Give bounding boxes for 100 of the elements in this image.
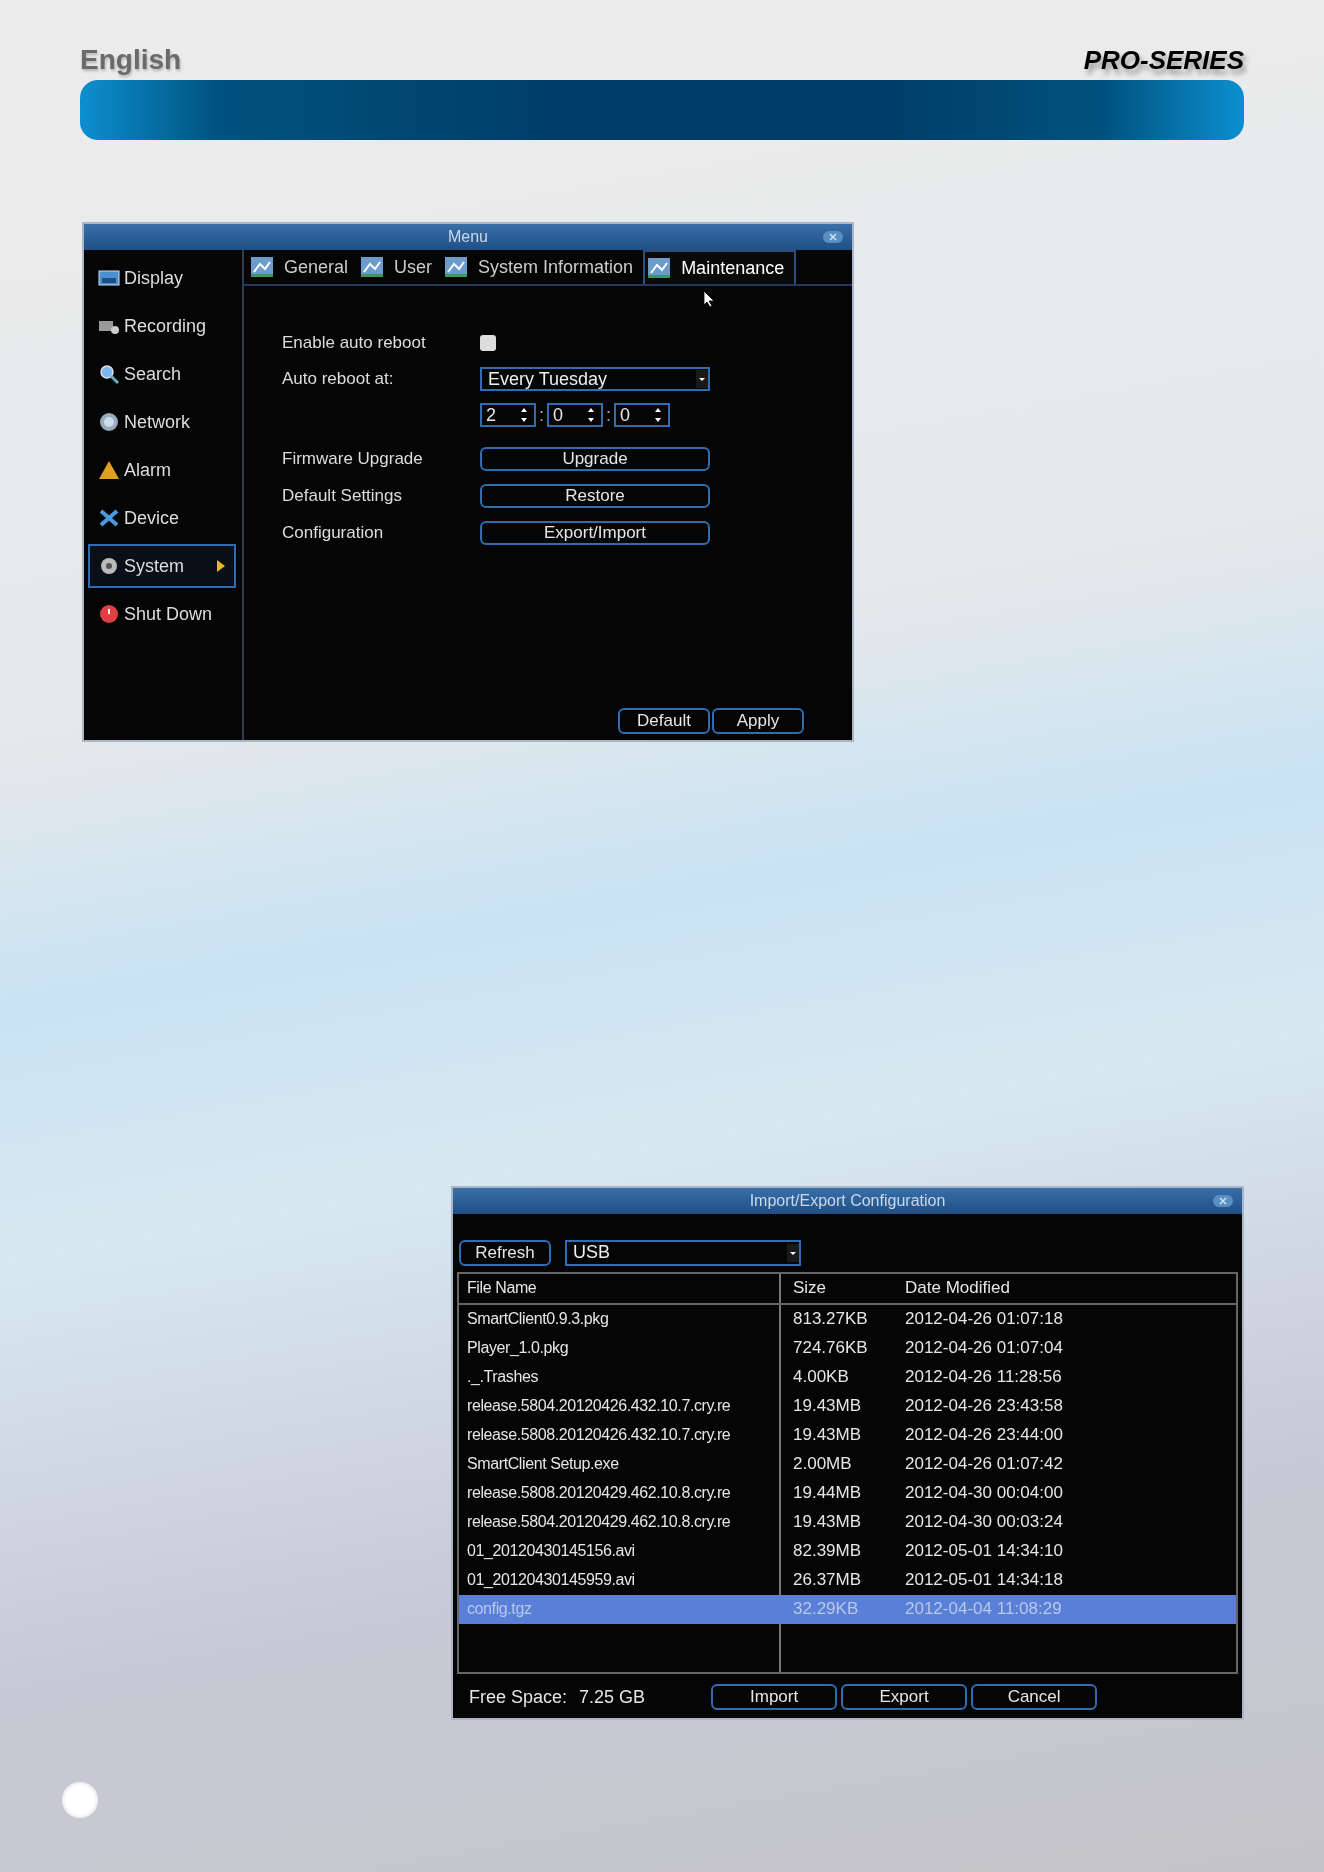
glow-dot <box>62 1782 98 1818</box>
table-cell-text: 2012-04-30 00:04:00 <box>905 1483 1064 1504</box>
spin-box[interactable]: 2 <box>480 403 536 427</box>
action-button[interactable]: Upgrade <box>480 447 710 471</box>
table-cell-text: 19.43MB <box>793 1425 863 1446</box>
tab[interactable]: General <box>248 250 359 284</box>
refresh-button[interactable]: Refresh <box>459 1239 551 1266</box>
sidebar-item[interactable]: Search <box>88 352 236 396</box>
footer-button[interactable]: Apply <box>712 708 804 734</box>
sidebar-item[interactable]: Device <box>88 496 236 540</box>
column-header: Date Modified <box>905 1278 1011 1299</box>
field-label: Firmware Upgrade <box>282 449 424 469</box>
table-cell-text: 01_20120430145156.avi <box>466 1542 636 1561</box>
magnifier-icon <box>98 364 120 384</box>
table-row[interactable]: release.5808.20120429.462.10.8.cry.re 19.44MB 2012-04-30 00:04:00 <box>459 1478 1236 1508</box>
picture-icon <box>360 256 385 278</box>
sidebar-item[interactable]: Display <box>88 256 236 300</box>
picture-icon <box>250 256 274 278</box>
caret-icon <box>696 370 708 388</box>
dropdown[interactable]: Every Tuesday <box>480 367 710 391</box>
table-cell-text: 2.00MB <box>793 1454 853 1475</box>
table-cell-text: ._.Trashes <box>466 1368 539 1387</box>
spin-box[interactable]: 0 <box>547 403 603 427</box>
action-button[interactable]: Restore <box>480 484 710 508</box>
free-space-value: 7.25 GB <box>579 1686 646 1708</box>
sidebar-item[interactable]: Alarm <box>88 448 236 492</box>
table-cell-text: release.5804.20120429.462.10.8.cry.re <box>466 1513 732 1532</box>
field-label: Enable auto reboot <box>282 333 427 353</box>
table-row[interactable]: ._.Trashes 4.00KB 2012-04-26 11:28:56 <box>459 1362 1236 1392</box>
table-row[interactable]: SmartClient0.9.3.pkg 813.27KB 2012-04-26 01:07:18 <box>459 1304 1236 1334</box>
table-cell-text: release.5808.20120429.462.10.8.cry.re <box>466 1484 732 1503</box>
dialog-button[interactable]: Import <box>711 1684 838 1710</box>
footer-button[interactable]: Default <box>618 708 710 734</box>
free-space-label: Free Space: <box>469 1686 568 1708</box>
table-row[interactable]: release.5804.20120426.432.10.7.cry.re 19.43MB 2012-04-26 23:43:58 <box>459 1391 1236 1421</box>
table-cell-text: 4.00KB <box>793 1367 850 1388</box>
table-cell-text: 26.37MB <box>793 1570 863 1591</box>
column-header: File Name <box>466 1279 538 1298</box>
spinner-arrows-icon <box>654 407 663 423</box>
arrow-icon <box>216 559 226 573</box>
table-cell-text: Player_1.0.pkg <box>466 1339 570 1358</box>
table-cell-text: 82.39MB <box>793 1541 863 1562</box>
table-row[interactable]: 01_20120430145156.avi 82.39MB 2012-05-01 14:34:10 <box>459 1536 1236 1566</box>
time-separator: : <box>606 404 612 426</box>
table-cell-text: 2012-04-26 23:43:58 <box>905 1396 1064 1417</box>
table-cell-text: 19.43MB <box>793 1396 863 1417</box>
table-cell-text: 2012-04-04 11:08:29 <box>905 1599 1063 1620</box>
field-label: Configuration <box>282 523 385 543</box>
table-cell-text: 2012-04-26 01:07:18 <box>905 1309 1064 1330</box>
table-cell-text: 2012-04-26 23:44:00 <box>905 1425 1064 1446</box>
table-cell-text: release.5808.20120426.432.10.7.cry.re <box>466 1426 732 1445</box>
table-row[interactable]: release.5808.20120426.432.10.7.cry.re 19.43MB 2012-04-26 23:44:00 <box>459 1420 1236 1450</box>
monitor-icon <box>98 268 120 288</box>
table-cell-text: 01_20120430145959.avi <box>466 1571 636 1590</box>
sidebar-item[interactable]: Network <box>88 400 236 444</box>
close-icon <box>822 230 844 244</box>
language-label: English <box>80 44 182 76</box>
table-cell-text: SmartClient Setup.exe <box>466 1455 620 1474</box>
window-title: Menu <box>448 228 488 246</box>
action-button[interactable]: Export/Import <box>480 521 710 545</box>
window-title: Import/Export Configuration <box>749 1191 946 1210</box>
tab[interactable]: User <box>358 250 443 284</box>
table-cell-text: 2012-04-26 01:07:04 <box>905 1338 1064 1359</box>
table-cell-text: 19.44MB <box>793 1483 863 1504</box>
table-cell-text: 19.43MB <box>793 1512 863 1533</box>
table-cell-text: 2012-04-26 11:28:56 <box>905 1367 1063 1388</box>
sidebar-item[interactable]: Shut Down <box>88 592 236 636</box>
checkbox[interactable] <box>480 335 496 351</box>
picture-icon <box>444 256 469 278</box>
table-cell-text: 2012-04-30 00:03:24 <box>905 1512 1064 1533</box>
sidebar-item[interactable]: System <box>88 544 236 588</box>
tab[interactable]: System Information <box>442 250 644 284</box>
table-row[interactable]: SmartClient Setup.exe 2.00MB 2012-04-26 01:07:42 <box>459 1449 1236 1479</box>
table-row[interactable]: 01_20120430145959.avi 26.37MB 2012-05-01 14:34:18 <box>459 1565 1236 1595</box>
dropdown[interactable]: USB <box>565 1239 801 1266</box>
table-cell-text: 2012-04-26 01:07:42 <box>905 1454 1064 1475</box>
spin-box[interactable]: 0 <box>614 403 671 427</box>
caret-icon <box>787 1243 799 1262</box>
sidebar-item[interactable]: Recording <box>88 304 236 348</box>
spinner-arrows-icon <box>587 407 595 423</box>
cursor-icon <box>703 290 716 308</box>
column-header: Size <box>793 1278 828 1299</box>
field-label: Default Settings <box>282 486 403 506</box>
table-cell-text: 813.27KB <box>793 1309 869 1330</box>
table-cell-text: SmartClient0.9.3.pkg <box>466 1310 610 1329</box>
table-row[interactable]: release.5804.20120429.462.10.8.cry.re 19.43MB 2012-04-30 00:03:24 <box>459 1507 1236 1537</box>
close-icon <box>1212 1194 1234 1208</box>
table-cell-text: release.5804.20120426.432.10.7.cry.re <box>466 1397 732 1416</box>
table-cell-text: 2012-05-01 14:34:18 <box>905 1570 1064 1591</box>
power-icon <box>98 604 120 624</box>
table-row[interactable]: Player_1.0.pkg 724.76KB 2012-04-26 01:07:04 <box>459 1333 1236 1363</box>
table-cell-text: 724.76KB <box>793 1338 869 1359</box>
spinner-arrows-icon <box>520 407 528 423</box>
dialog-button[interactable]: Cancel <box>971 1684 1098 1710</box>
brand-logo: PRO-SERIES <box>1083 45 1244 76</box>
dialog-button[interactable]: Export <box>841 1684 968 1710</box>
time-separator: : <box>539 404 544 426</box>
picture-icon <box>647 257 672 279</box>
table-cell-text: config.tgz <box>466 1600 533 1619</box>
table-cell-text: 32.29KB <box>793 1599 860 1620</box>
